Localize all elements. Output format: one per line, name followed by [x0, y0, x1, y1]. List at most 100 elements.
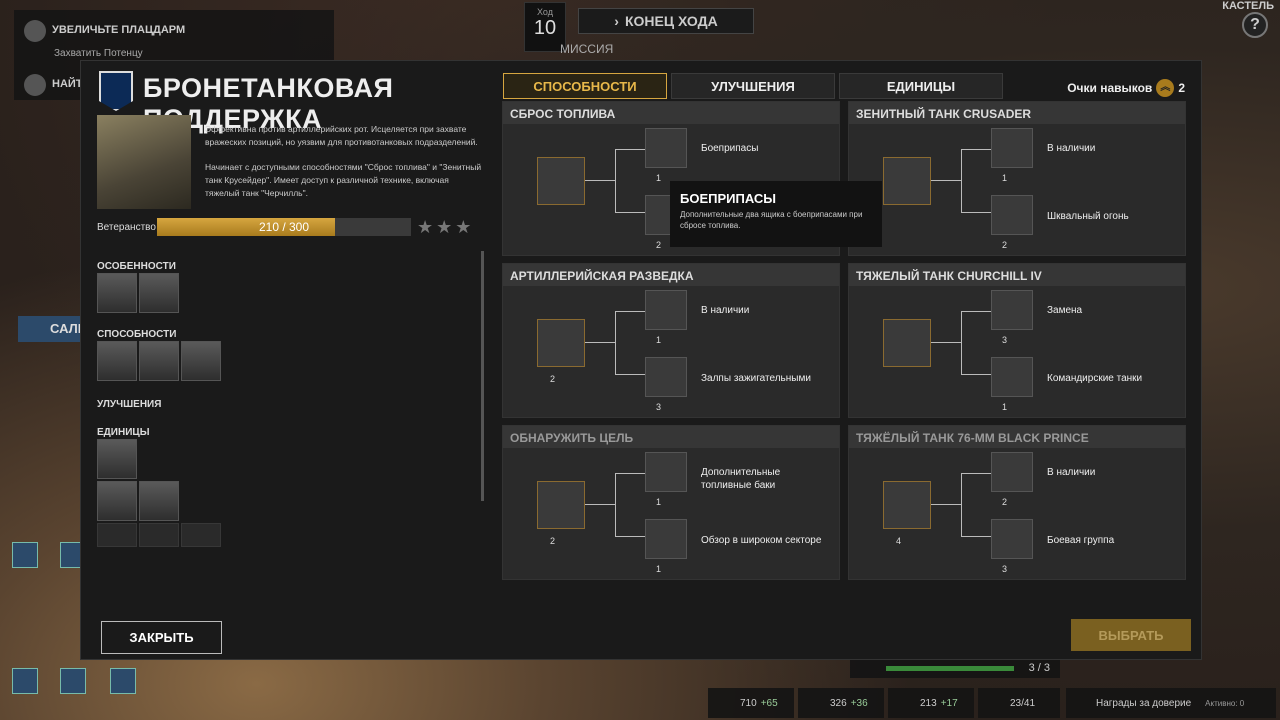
ability-main-icon[interactable]	[537, 319, 585, 367]
tooltip: БОЕПРИПАСЫ Дополнительные два ящика с бо…	[670, 181, 882, 247]
help-button[interactable]: ?	[1242, 12, 1268, 38]
objective-title: УВЕЛИЧЬТЕ ПЛАЦДАРМ	[52, 24, 186, 36]
ability-main-icon[interactable]	[537, 157, 585, 205]
company-emblem-icon	[99, 71, 133, 111]
veterancy-bar: 210 / 300	[157, 218, 411, 236]
close-button[interactable]: ЗАКРЫТЬ	[101, 621, 222, 654]
resource-delta: +65	[760, 697, 778, 709]
units-heading: ЕДИНИЦЫ	[97, 427, 150, 438]
resource-delta: +17	[940, 697, 958, 709]
ability-card: ТЯЖЕЛЫЙ ТАНК CHURCHILL IV 3 Замена 1 Команди…	[848, 263, 1186, 418]
top-label: Боеприпасы	[701, 143, 759, 154]
top-cost: 1	[656, 335, 662, 345]
target-icon	[24, 74, 46, 96]
ability-main-icon[interactable]	[883, 481, 931, 529]
tree-line	[961, 374, 991, 375]
unit-locked-icon[interactable]	[97, 523, 137, 547]
scrollbar[interactable]	[481, 251, 484, 501]
ability-card: АРТИЛЛЕРИЙСКАЯ РАЗВЕДКА 2 1 В наличии 3 Залпы…	[502, 263, 840, 418]
tooltip-title: БОЕПРИПАСЫ	[680, 191, 777, 206]
top-cost: 1	[656, 497, 662, 507]
top-cost: 2	[1002, 497, 1008, 507]
ability-main-icon[interactable]	[537, 481, 585, 529]
unit-marker[interactable]	[12, 668, 38, 694]
bottom-cost: 1	[656, 564, 662, 574]
tree-line	[961, 149, 991, 150]
sale-region-label[interactable]: САЛЕ	[18, 316, 86, 342]
end-turn-label: КОНЕЦ ХОДА	[624, 13, 718, 29]
top-label: В наличии	[701, 305, 750, 316]
bottom-label: Обзор в широком секторе	[701, 535, 822, 546]
top-cost: 1	[656, 173, 662, 183]
company-description: Эффективна против артиллерийских рот. Ис…	[205, 123, 485, 200]
ability-card: ТЯЖЁЛЫЙ ТАНК 76-MM BLACK PRINCE 4 2 В налич…	[848, 425, 1186, 580]
card-title: АРТИЛЛЕРИЙСКАЯ РАЗВЕДКА	[503, 264, 839, 286]
unit-locked-icon[interactable]	[139, 523, 179, 547]
upgrades-heading: УЛУЧШЕНИЯ	[97, 399, 162, 410]
ability-card: ОБНАРУЖИТЬ ЦЕЛЬ 2 1 Дополнительные топливны…	[502, 425, 840, 580]
resource-value: 326	[830, 697, 847, 709]
traits-heading: ОСОБЕННОСТИ	[97, 261, 176, 272]
upgrade-top-icon[interactable]	[645, 290, 687, 330]
upgrade-bottom-icon[interactable]	[645, 519, 687, 559]
ability-tank-icon[interactable]	[181, 341, 221, 381]
card-title: ТЯЖЕЛЫЙ ТАНК CHURCHILL IV	[849, 264, 1185, 286]
tree-line	[615, 212, 645, 213]
unit-marker[interactable]	[12, 542, 38, 568]
ability-card: ЗЕНИТНЫЙ ТАНК CRUSADER 1 В наличии 2 Шквальн…	[848, 101, 1186, 256]
ability-fuel-drop-icon[interactable]	[97, 341, 137, 381]
card-title: СБРОС ТОПЛИВА	[503, 102, 839, 124]
tree-line	[931, 504, 961, 505]
star-icon: ★	[455, 217, 472, 237]
skill-points-label: Очки навыков	[1067, 81, 1153, 95]
upgrade-top-icon[interactable]	[645, 452, 687, 492]
unit-officer-icon[interactable]	[97, 439, 137, 479]
tab-abilities[interactable]: СПОСОБНОСТИ	[503, 73, 667, 99]
ability-main-icon[interactable]	[883, 319, 931, 367]
rank-chevron-icon: ︽	[1156, 79, 1175, 97]
trust-rewards[interactable]: Награды за доверие Активно: 0	[1066, 688, 1276, 718]
bottom-cost: 2	[656, 240, 662, 250]
tree-line	[585, 342, 615, 343]
upgrade-bottom-icon[interactable]	[991, 357, 1033, 397]
end-turn-button[interactable]: › КОНЕЦ ХОДА	[578, 8, 754, 34]
dispatch-bar: 3 / 3	[850, 660, 1060, 678]
unit-soldier-icon[interactable]	[97, 481, 137, 521]
upgrade-top-icon[interactable]	[991, 290, 1033, 330]
unit-marker[interactable]	[60, 668, 86, 694]
main-cost: 4	[896, 536, 902, 546]
tree-line	[585, 180, 615, 181]
company-portrait	[97, 115, 191, 209]
upgrade-bottom-icon[interactable]	[645, 357, 687, 397]
choose-button[interactable]: ВЫБРАТЬ	[1071, 619, 1191, 651]
tree-line	[585, 504, 615, 505]
unit-locked-icon[interactable]	[181, 523, 221, 547]
upgrade-bottom-icon[interactable]	[991, 519, 1033, 559]
ability-crusader-icon[interactable]	[139, 341, 179, 381]
upgrade-bottom-icon[interactable]	[991, 195, 1033, 235]
turn-value: 10	[533, 17, 557, 39]
unit-vehicle-icon[interactable]	[139, 481, 179, 521]
top-label: В наличии	[1047, 467, 1096, 478]
veterancy-label: Ветеранство	[97, 222, 156, 233]
top-label: Дополнительные топливные баки	[701, 467, 781, 491]
desc-paragraph-2: Начинает с доступными способностями "Сбр…	[205, 162, 482, 198]
bottom-label: Залпы зажигательными	[701, 373, 811, 384]
objective-subtask: Захватить Потенцу	[54, 48, 143, 59]
trust-label: Награды за доверие	[1096, 697, 1192, 709]
upgrade-top-icon[interactable]	[991, 452, 1033, 492]
top-label: В наличии	[1047, 143, 1096, 154]
trait-healing-icon[interactable]	[97, 273, 137, 313]
trait-soldier-icon[interactable]	[139, 273, 179, 313]
upgrade-top-icon[interactable]	[645, 128, 687, 168]
resource-fuel: 213 +17	[888, 688, 974, 718]
tab-units[interactable]: ЕДИНИЦЫ	[839, 73, 1003, 99]
ability-main-icon[interactable]	[883, 157, 931, 205]
bottom-cost: 1	[1002, 402, 1008, 412]
unit-marker[interactable]	[110, 668, 136, 694]
card-title: ОБНАРУЖИТЬ ЦЕЛЬ	[503, 426, 839, 448]
top-cost: 3	[1002, 335, 1008, 345]
upgrade-top-icon[interactable]	[991, 128, 1033, 168]
company-panel: БРОНЕТАНКОВАЯ ПОДДЕРЖКА Эффективна проти…	[80, 60, 1202, 660]
tab-upgrades[interactable]: УЛУЧШЕНИЯ	[671, 73, 835, 99]
